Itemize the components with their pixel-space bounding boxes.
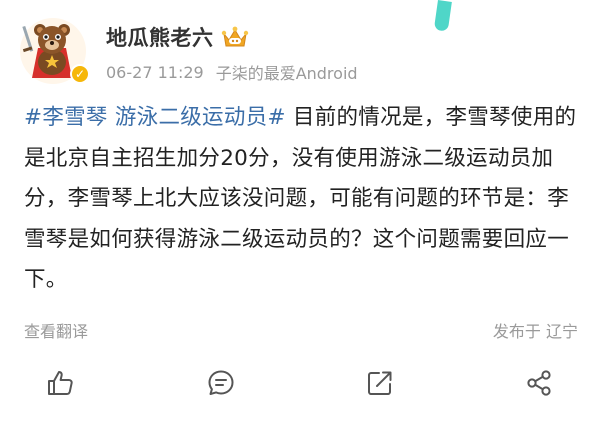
repost-icon — [368, 371, 392, 395]
post-timestamp: 06-27 11:29 — [106, 62, 204, 82]
avatar[interactable]: ✓ — [20, 18, 90, 84]
like-icon — [48, 371, 73, 395]
crown-badge-icon[interactable] — [220, 24, 250, 50]
like-button[interactable] — [45, 368, 77, 400]
post-source[interactable]: 子柒的最爱Android — [216, 60, 358, 84]
action-bar — [0, 360, 600, 410]
share-icon — [527, 370, 551, 396]
repost-button[interactable] — [365, 368, 397, 400]
comment-button[interactable] — [206, 368, 238, 400]
hashtag-link[interactable]: #李雪琴 游泳二级运动员# — [24, 105, 286, 130]
post-header: ✓ 地瓜熊老六 06-27 11:29 子柒的最爱Android — [18, 18, 578, 88]
comment-icon — [208, 370, 234, 395]
post-meta: 06-27 11:29 子柒的最爱Android — [106, 60, 358, 84]
post-text: 目前的情况是，李雪琴使用的是北京自主招生加分20分，没有使用游泳二级运动员加分，… — [24, 105, 577, 292]
post-location: 发布于 辽宁 — [492, 322, 578, 341]
post-body: #李雪琴 游泳二级运动员# 目前的情况是，李雪琴使用的是北京自主招生加分20分，… — [24, 98, 580, 301]
username-row: 地瓜熊老六 — [106, 22, 250, 52]
share-button[interactable] — [524, 368, 556, 400]
verified-check-icon: ✓ — [70, 64, 90, 84]
username[interactable]: 地瓜熊老六 — [106, 22, 214, 52]
translate-link[interactable]: 查看翻译 — [24, 318, 88, 342]
